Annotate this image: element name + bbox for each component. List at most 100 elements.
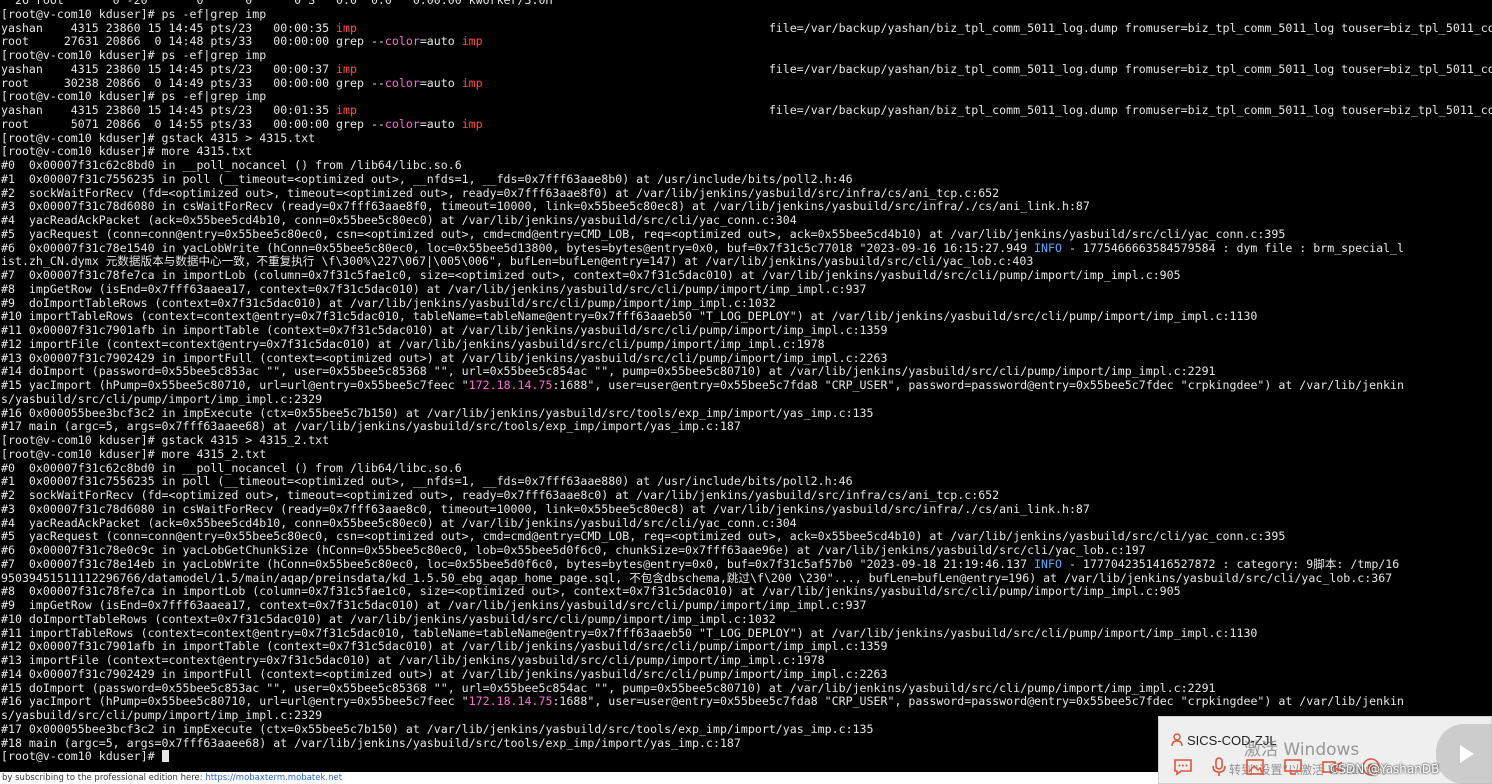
terminal-line: #14 0x00007f31c7902429 in importFull (co…: [1, 668, 1492, 682]
terminal-line: #16 yacImport (hPump=0x55bee5c80710, url…: [1, 695, 1492, 709]
terminal-text: #8 impGetRow (isEnd=0x7fff63aaea17, cont…: [1, 282, 867, 296]
terminal-text: #10 doImportTableRows (context=0x7f31c5d…: [1, 612, 776, 626]
terminal-line: #10 importTableRows (context=context@ent…: [1, 310, 1492, 324]
terminal-text: [root@v-com10 kduser]# ps -ef|grep imp: [1, 7, 267, 21]
terminal-text: [root@v-com10 kduser]# ps -ef|grep imp: [1, 90, 267, 104]
user-icon: [1171, 733, 1183, 747]
terminal-line: root 5071 20866 0 14:55 pts/33 00:00:00 …: [1, 118, 1492, 132]
terminal-line: #3 0x00007f31c78d6080 in csWaitForRecv (…: [1, 200, 1492, 214]
terminal-text: [root@v-com10 kduser]# gstack 4315 > 431…: [1, 434, 330, 447]
terminal-line: #2 sockWaitForRecv (fd=<optimized out>, …: [1, 489, 1492, 503]
terminal-line: #5 yacRequest (conn=conn@entry=0x55bee5c…: [1, 228, 1492, 242]
terminal-text: - 1775466663584579584 : dym file : brm_s…: [1061, 241, 1404, 255]
terminal-text: root 30238 20866 0 14:49 pts/33 00:00:00…: [1, 76, 385, 90]
terminal-text: #4 yacReadAckPacket (ack=0x55bee5cd4b10,…: [1, 516, 797, 530]
terminal-text: #7 0x00007f31c78e14eb in yacLobWrite (hC…: [1, 557, 1035, 571]
terminal-text: =auto: [419, 35, 462, 49]
terminal-line: #1 0x00007f31c7556235 in poll (__timeout…: [1, 173, 1492, 187]
terminal-line: #6 0x00007f31c78e0c9c in yacLobGetChunkS…: [1, 544, 1492, 558]
terminal-text: #3 0x00007f31c78d6080 in csWaitForRecv (…: [1, 200, 1090, 214]
terminal-line: #14 doImport (password=0x55bee5c853ac ""…: [1, 365, 1492, 379]
chat-icon[interactable]: [1173, 758, 1193, 776]
highlighted-text: color: [384, 117, 420, 131]
terminal-line: #12 importFile (context=context@entry=0x…: [1, 338, 1492, 352]
terminal-text: #10 importTableRows (context=context@ent…: [1, 310, 1258, 324]
play-button-overlay[interactable]: [1436, 724, 1492, 784]
highlighted-text: 172.18.14.75: [468, 695, 553, 709]
terminal-text: root 5071 20866 0 14:55 pts/33 00:00:00 …: [1, 117, 385, 131]
terminal-line: #8 0x00007f31c78fe7ca in importLob (colu…: [1, 585, 1492, 599]
terminal-text: =auto: [419, 117, 462, 131]
terminal-line: [root@v-com10 kduser]# gstack 4315 > 431…: [1, 132, 1492, 146]
terminal-line: #11 0x00007f31c7901afb in importTable (c…: [1, 324, 1492, 338]
highlighted-text: imp: [336, 62, 357, 76]
terminal-text: #8 0x00007f31c78fe7ca in importLob (colu…: [1, 585, 1181, 599]
terminal-line: #17 main (argc=5, args=0x7fff63aaee68) a…: [1, 420, 1492, 434]
footer-text: by subscribing to the professional editi…: [2, 773, 206, 783]
terminal-text: #4 yacReadAckPacket (ack=0x55bee5cd4b10,…: [1, 214, 797, 227]
terminal-text: [root@v-com10 kduser]# ps -ef|grep imp: [1, 49, 267, 62]
terminal-text: yashan 4315 23860 15 14:45 pts/23 00:01:…: [1, 104, 337, 117]
microphone-icon[interactable]: [1211, 757, 1227, 777]
terminal-text: #2 sockWaitForRecv (fd=<optimized out>, …: [1, 186, 1000, 200]
highlighted-text: INFO: [1034, 241, 1062, 255]
image-icon[interactable]: [1245, 758, 1265, 776]
terminal-text: #5 yacRequest (conn=conn@entry=0x55bee5c…: [1, 530, 1286, 544]
terminal-text: #7 0x00007f31c78fe7ca in importLob (colu…: [1, 269, 1181, 282]
terminal-line: yashan 4315 23860 15 14:45 pts/23 00:01:…: [1, 104, 1492, 118]
terminal-text: yashan 4315 23860 15 14:45 pts/23 00:00:…: [1, 21, 337, 35]
terminal-line: #13 importFile (context=context@entry=0x…: [1, 654, 1492, 668]
terminal-text: [root@v-com10 kduser]# more 4315_2.txt: [1, 447, 267, 461]
terminal-text: #16 0x000055bee3bcf3c2 in impExecute (ct…: [1, 406, 874, 420]
terminal-text: :1688", user=user@entry=0x55bee5c7fda8 "…: [552, 695, 1405, 709]
terminal-output[interactable]: 26 root 0 -20 0 0 0 S 0.0 0.0 0:00.00 kw…: [0, 0, 1492, 772]
terminal-line: #0 0x00007f31c62c8bd0 in __poll_nocancel…: [1, 462, 1492, 476]
terminal-text: #12 importFile (context=context@entry=0x…: [1, 337, 825, 351]
terminal-line: #9 impGetRow (isEnd=0x7fff63aaea17, cont…: [1, 599, 1492, 613]
terminal-line: [root@v-com10 kduser]# more 4315.txt: [1, 145, 1492, 159]
terminal-text: root 27631 20866 0 14:48 pts/33 00:00:00…: [1, 35, 385, 49]
terminal-line: 26 root 0 -20 0 0 0 S 0.0 0.0 0:00.00 kw…: [1, 0, 1492, 8]
terminal-text: #0 0x00007f31c62c8bd0 in __poll_nocancel…: [1, 159, 462, 172]
terminal-text: #11 importTableRows (context=context@ent…: [1, 626, 1258, 640]
terminal-line: #7 0x00007f31c78fe7ca in importLob (colu…: [1, 269, 1492, 283]
terminal-text: #5 yacRequest (conn=conn@entry=0x55bee5c…: [1, 227, 1286, 241]
terminal-line: #7 0x00007f31c78e14eb in yacLobWrite (hC…: [1, 558, 1492, 572]
terminal-text: #3 0x00007f31c78d6080 in csWaitForRecv (…: [1, 502, 1090, 516]
terminal-text: file=/var/backup/yashan/biz_tpl_comm_501…: [357, 62, 1492, 76]
terminal-text: 9503945151111229676​6/datamodel/1.5/main…: [1, 571, 1393, 585]
terminal-text: [root@v-com10 kduser]# more 4315.txt: [1, 145, 253, 159]
terminal-text: #12 0x00007f31c7901afb in importTable (c…: [1, 640, 888, 654]
terminal-line: yashan 4315 23860 15 14:45 pts/23 00:00:…: [1, 63, 1492, 77]
terminal-line: 9503945151111229676​6/datamodel/1.5/main…: [1, 572, 1492, 586]
terminal-text: #17 0x000055bee3bcf3c2 in impExecute (ct…: [1, 722, 874, 736]
terminal-line: #6 0x00007f31c78e1540 in yacLobWrite (hC…: [1, 242, 1492, 256]
footer-bar: by subscribing to the professional editi…: [0, 772, 1160, 784]
terminal-text: ist.zh_CN.dymx 元数据版本与数据中心一致，不重复执行 \f\300…: [1, 255, 1034, 269]
terminal-line: [root@v-com10 kduser]# more 4315_2.txt: [1, 448, 1492, 462]
terminal-text: file=/var/backup/yashan/biz_tpl_comm_501…: [357, 104, 1492, 117]
terminal-line: [root@v-com10 kduser]# gstack 4315 > 431…: [1, 434, 1492, 448]
terminal-line: #10 doImportTableRows (context=0x7f31c5d…: [1, 613, 1492, 627]
terminal-text: #6 0x00007f31c78e1540 in yacLobWrite (hC…: [1, 241, 1035, 255]
terminal-text: #13 importFile (context=context@entry=0x…: [1, 654, 825, 667]
terminal-line: #8 impGetRow (isEnd=0x7fff63aaea17, cont…: [1, 283, 1492, 297]
csdn-watermark: CSDN @YashanDB: [1330, 762, 1440, 776]
terminal-text: #11 0x00007f31c7901afb in importTable (c…: [1, 324, 888, 337]
terminal-line: #3 0x00007f31c78d6080 in csWaitForRecv (…: [1, 503, 1492, 517]
terminal-text: #9 impGetRow (isEnd=0x7fff63aaea17, cont…: [1, 599, 867, 612]
terminal-line: #16 0x000055bee3bcf3c2 in impExecute (ct…: [1, 407, 1492, 421]
screen-share-icon[interactable]: [1283, 758, 1303, 776]
terminal-text: #6 0x00007f31c78e0c9c in yacLobGetChunkS…: [1, 544, 1146, 557]
terminal-line: #15 yacImport (hPump=0x55bee5c80710, url…: [1, 379, 1492, 393]
footer-link[interactable]: https://mobaxterm.mobatek.net: [205, 773, 342, 783]
terminal-line: #2 sockWaitForRecv (fd=<optimized out>, …: [1, 187, 1492, 201]
terminal-line: [root@v-com10 kduser]# ps -ef|grep imp: [1, 8, 1492, 22]
terminal-text: [root@v-com10 kduser]# gstack 4315 > 431…: [1, 131, 316, 145]
highlighted-text: imp: [336, 21, 357, 35]
highlighted-text: color: [384, 76, 420, 90]
terminal-cursor: [161, 750, 169, 763]
terminal-line: [root@v-com10 kduser]# ps -ef|grep imp: [1, 90, 1492, 104]
play-icon: [1460, 745, 1474, 763]
highlighted-text: 172.18.14.75: [468, 379, 553, 392]
